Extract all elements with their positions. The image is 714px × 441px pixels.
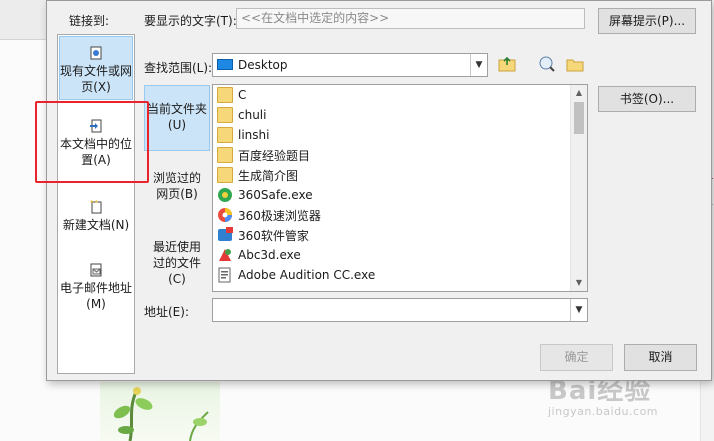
- scrollbar-thumb[interactable]: [574, 102, 584, 134]
- list-item[interactable]: 百度经验题目: [217, 145, 310, 165]
- scroll-up-icon[interactable]: ▲: [571, 85, 587, 101]
- file-name: C: [238, 88, 247, 102]
- folder-icon: [217, 107, 233, 123]
- file-list-scrollbar[interactable]: ▲ ▼: [570, 85, 587, 291]
- bookmark-button[interactable]: 书签(O)...: [598, 86, 696, 112]
- list-item[interactable]: 生成简介图: [217, 165, 298, 185]
- look-in-combobox[interactable]: Desktop ▼: [212, 53, 488, 77]
- place-browsed-pages[interactable]: 浏览过的网页(B): [144, 170, 210, 208]
- address-label: 地址(E):: [144, 305, 189, 319]
- list-item[interactable]: chuli: [217, 105, 266, 125]
- adobe-audition-icon: [218, 267, 231, 283]
- file-name: 360软件管家: [238, 228, 309, 243]
- place-recent-files[interactable]: 最近使用过的文件(C): [144, 239, 210, 286]
- cancel-button[interactable]: 取消: [624, 344, 697, 371]
- new-document-icon: [90, 200, 102, 214]
- email-address-icon: [90, 263, 102, 277]
- look-in-value: Desktop: [238, 58, 288, 72]
- browse-web-icon: [539, 56, 555, 72]
- chevron-down-icon[interactable]: ▼: [470, 54, 487, 76]
- list-item[interactable]: linshi: [217, 125, 269, 145]
- up-one-folder-button[interactable]: [496, 53, 518, 75]
- text-to-display-label: 要显示的文字(T):: [144, 14, 237, 28]
- folder-icon: [217, 87, 233, 103]
- list-item[interactable]: C: [217, 85, 246, 105]
- existing-file-icon: [90, 46, 102, 60]
- highlight-annotation: [35, 101, 149, 183]
- file-name: linshi: [238, 128, 270, 142]
- open-folder-icon: [566, 59, 584, 72]
- watermark-url: jingyan.baidu.com: [548, 405, 659, 418]
- abc3d-icon: [219, 249, 231, 261]
- link-to-bar: 现有文件或网页(X) 本文档中的位置(A) 新建文档(N) 电子邮件地址(M): [57, 34, 135, 374]
- link-existing-file[interactable]: 现有文件或网页(X): [59, 36, 133, 100]
- link-email-address-label: 电子邮件地址(M): [59, 281, 132, 311]
- screentip-button[interactable]: 屏幕提示(P)...: [598, 8, 696, 34]
- folder-icon: [217, 147, 233, 163]
- scroll-down-icon[interactable]: ▼: [571, 275, 587, 291]
- list-item[interactable]: 360软件管家: [217, 225, 309, 245]
- list-item[interactable]: Abc3d.exe: [217, 245, 301, 265]
- document-ribbon-edge: [0, 0, 48, 40]
- 360safe-icon: [218, 188, 232, 202]
- plant-image: [100, 382, 220, 441]
- text-to-display-input[interactable]: <<在文档中选定的内容>>: [236, 8, 585, 29]
- link-email-address[interactable]: 电子邮件地址(M): [59, 263, 133, 319]
- ok-button[interactable]: 确定: [540, 344, 613, 371]
- list-item[interactable]: 360极速浏览器: [217, 205, 321, 225]
- folder-icon: [217, 127, 233, 143]
- folder-up-icon: [498, 56, 516, 72]
- file-name: 360Safe.exe: [238, 188, 313, 202]
- file-name: 生成简介图: [238, 168, 299, 183]
- places-bar: 当前文件夹(U) 浏览过的网页(B) 最近使用过的文件(C): [144, 85, 210, 293]
- link-new-document-label: 新建文档(N): [62, 218, 130, 232]
- 360-browser-icon: [218, 208, 232, 222]
- file-list[interactable]: C chuli linshi 百度经验题目 生成简介图 360Safe.exe: [212, 84, 588, 292]
- link-new-document[interactable]: 新建文档(N): [59, 200, 133, 240]
- list-item[interactable]: 360Safe.exe: [217, 185, 313, 205]
- folder-icon: [217, 167, 233, 183]
- place-current-folder[interactable]: 当前文件夹(U): [144, 85, 210, 151]
- file-name: 360极速浏览器: [238, 208, 321, 223]
- look-in-label: 查找范围(L):: [144, 61, 213, 75]
- list-item[interactable]: Adobe Audition CC.exe: [217, 265, 375, 285]
- desktop-icon: [217, 59, 233, 70]
- link-to-label: 链接到:: [69, 14, 110, 28]
- address-combobox[interactable]: ▼: [212, 298, 588, 322]
- file-name: Adobe Audition CC.exe: [238, 268, 376, 282]
- browse-web-button[interactable]: [536, 53, 558, 75]
- 360-software-manager-icon: [218, 227, 233, 241]
- file-name: chuli: [238, 108, 267, 122]
- browse-file-button[interactable]: [564, 53, 586, 75]
- file-name: Abc3d.exe: [238, 248, 301, 262]
- insert-hyperlink-dialog: 链接到: 现有文件或网页(X) 本文档中的位置(A) 新建文档(N) 电子邮件地…: [46, 0, 712, 381]
- link-existing-file-label: 现有文件或网页(X): [60, 64, 133, 94]
- file-name: 百度经验题目: [238, 148, 311, 163]
- chevron-down-icon[interactable]: ▼: [570, 299, 587, 321]
